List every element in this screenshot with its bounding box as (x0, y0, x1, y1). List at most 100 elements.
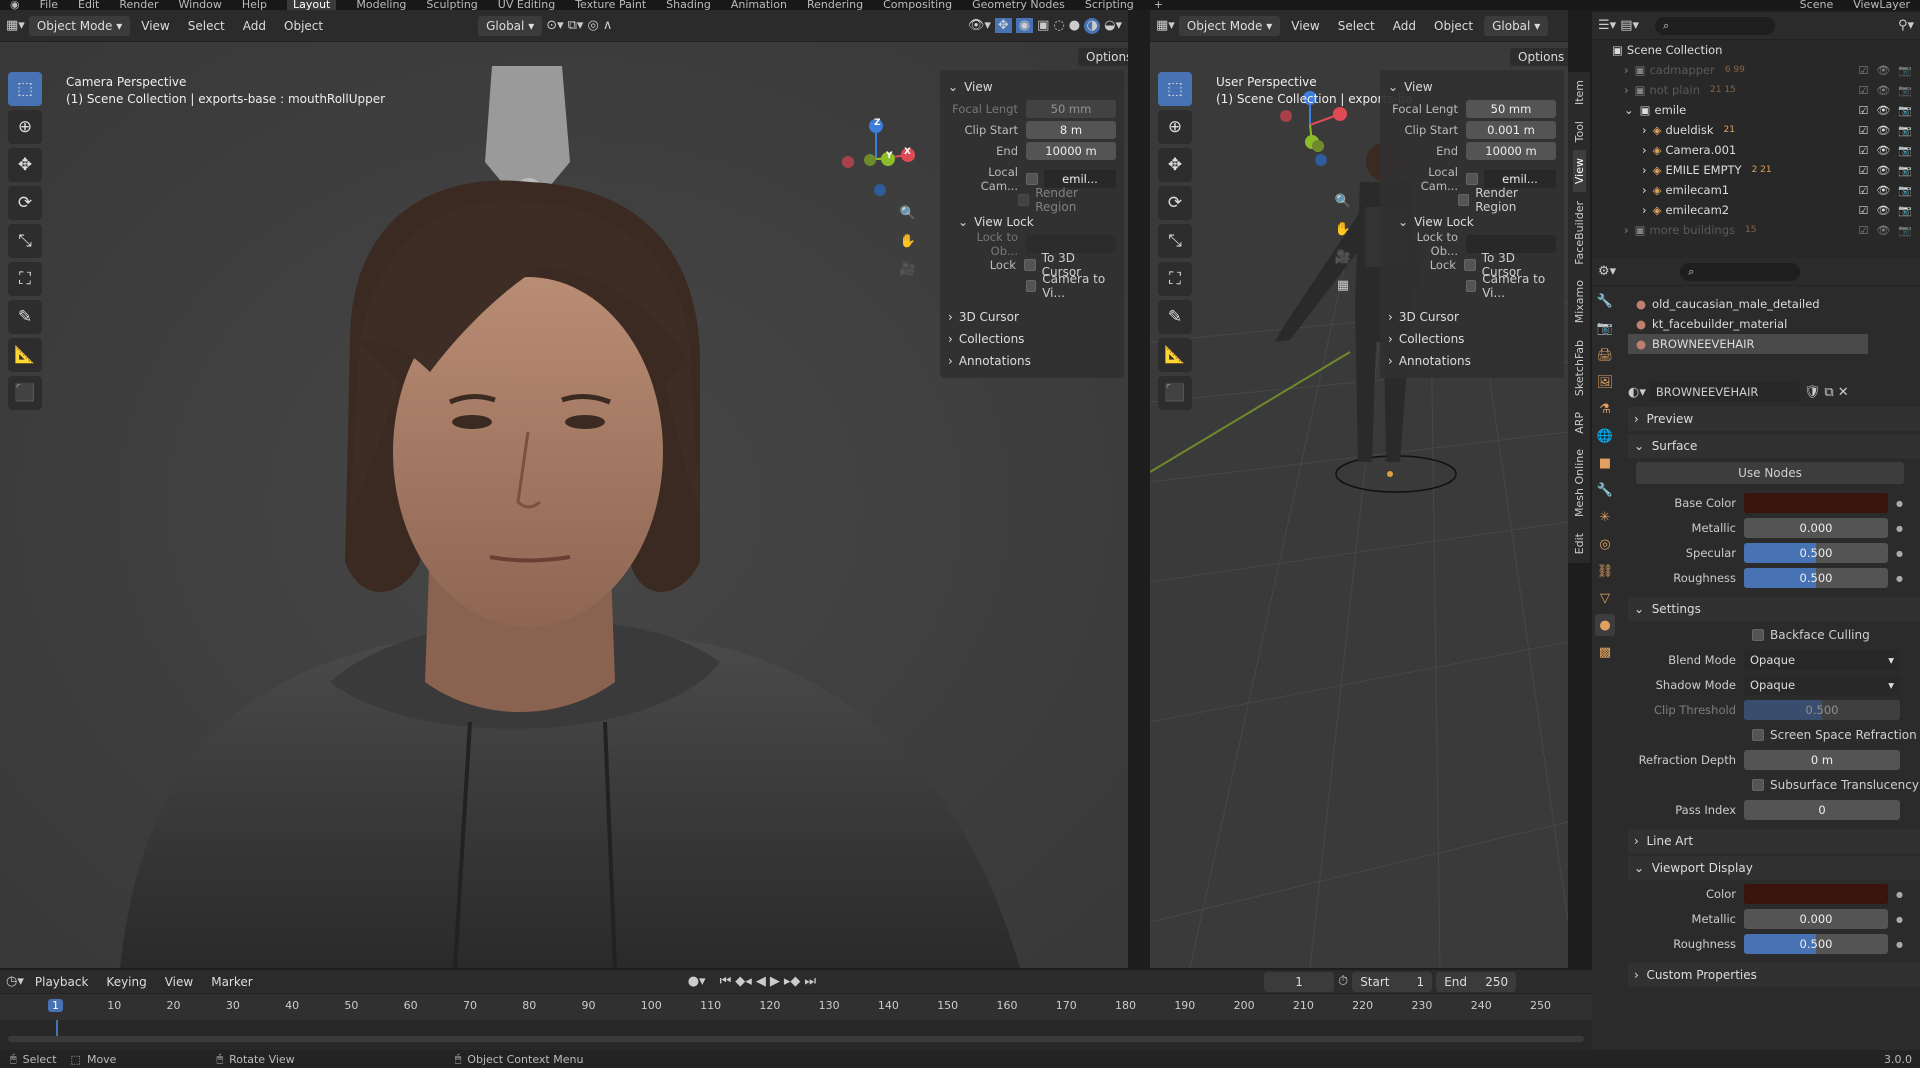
timeline-track[interactable] (0, 1020, 1592, 1050)
frame-tick-label[interactable]: 20 (167, 999, 181, 1012)
frame-tick-label[interactable]: 230 (1411, 999, 1432, 1012)
editor-type-icon[interactable]: ◷▾ (6, 974, 24, 989)
annotate-icon[interactable]: ✎ (8, 300, 42, 334)
scene-tab-icon[interactable]: ⚗ (1595, 398, 1615, 420)
keyframe-dot-icon[interactable]: ● (1896, 574, 1903, 583)
camera-render-icon[interactable]: 📷 (1898, 144, 1912, 157)
physics-tab-icon[interactable]: ◎ (1595, 533, 1615, 555)
unlink-icon[interactable]: ✕ (1838, 385, 1849, 400)
annotations-section-header[interactable]: › Annotations (1388, 350, 1556, 372)
output-tab-icon[interactable]: 🖨 (1595, 344, 1615, 366)
expand-arrow-icon[interactable]: › (1642, 203, 1647, 217)
clip-end-field[interactable]: 10000 m (1466, 142, 1556, 160)
backface-row[interactable]: Backface Culling (1628, 624, 1920, 646)
zoom-icon[interactable]: 🔍 (897, 202, 919, 224)
jump-end-icon[interactable]: ⏭ (804, 974, 816, 989)
mode-select[interactable]: Object Mode ▾ (1178, 15, 1281, 36)
vp-metallic-slider[interactable]: 0.000 (1744, 909, 1888, 929)
checkbox-icon[interactable]: ☑ (1858, 164, 1868, 177)
camera-render-icon[interactable]: 📷 (1898, 184, 1912, 197)
move-icon[interactable]: ✥ (8, 148, 42, 182)
shading-material-icon[interactable]: ◑ (1084, 17, 1101, 34)
annotations-section-header[interactable]: › Annotations (948, 350, 1116, 372)
start-frame-field[interactable]: Start 1 (1352, 971, 1433, 992)
menu-view[interactable]: View (1284, 19, 1326, 33)
outliner-row[interactable]: › ▣ cadmapper 6 99 ☑ 👁 📷 (1592, 60, 1920, 80)
refraction-depth-field[interactable]: 0 m (1744, 750, 1900, 770)
preview-section[interactable]: › Preview (1628, 407, 1920, 431)
camera-viewport[interactable]: Z X Y 🔍 ✋ 🎥 ⬚ ⊕ ✥ ⟳ ⤡ ⛶ ✎ 📐 ⬛ Camera Per… (0, 42, 1128, 968)
view-section-header[interactable]: ⌄ View (948, 76, 1116, 98)
add-workspace-icon[interactable]: + (1154, 0, 1163, 10)
camera-render-icon[interactable]: 📷 (1898, 124, 1912, 137)
frame-tick-label[interactable]: 200 (1234, 999, 1255, 1012)
annotate-icon[interactable]: ✎ (1158, 300, 1192, 334)
frame-tick-label[interactable]: 1 (48, 999, 63, 1012)
editor-type-icon[interactable]: ▦▾ (1156, 18, 1175, 33)
clip-start-field[interactable]: 0.001 m (1466, 121, 1556, 139)
vp-color-swatch[interactable] (1744, 884, 1888, 904)
menu-help[interactable]: Help (242, 0, 267, 10)
fake-user-icon[interactable]: 🛡 (1804, 385, 1821, 400)
prev-keyframe-icon[interactable]: ◆◂ (735, 974, 752, 989)
camera-view-icon[interactable]: 🎥 (1332, 246, 1354, 268)
menu-playback[interactable]: Playback (28, 975, 96, 989)
workspace-tab-uv-editing[interactable]: UV Editing (498, 0, 555, 10)
outliner-root[interactable]: ▣ Scene Collection (1592, 40, 1920, 60)
shading-rendered-icon[interactable]: ◒▾ (1104, 18, 1122, 33)
expand-arrow-icon[interactable]: › (1624, 63, 1629, 77)
frame-tick-label[interactable]: 140 (878, 999, 899, 1012)
menu-marker[interactable]: Marker (204, 975, 259, 989)
blend-mode-select[interactable]: Opaque ▾ (1744, 650, 1900, 670)
world-tab-icon[interactable]: 🌐 (1595, 425, 1615, 447)
collections-section-header[interactable]: › Collections (948, 328, 1116, 350)
menu-edit[interactable]: Edit (78, 0, 99, 10)
eye-icon[interactable]: 👁 (1876, 84, 1890, 97)
checkbox-icon[interactable]: ☑ (1858, 124, 1868, 137)
camera-render-icon[interactable]: 📷 (1898, 204, 1912, 217)
frame-tick-label[interactable]: 170 (1056, 999, 1077, 1012)
backface-checkbox[interactable] (1752, 629, 1764, 641)
checkbox-icon[interactable]: ☑ (1858, 64, 1868, 77)
view-layer-tab-icon[interactable]: 🖼 (1595, 371, 1615, 393)
expand-arrow-icon[interactable]: › (1642, 163, 1647, 177)
editor-type-icon[interactable]: ⚙▾ (1598, 264, 1616, 279)
outliner-row[interactable]: › ◈ EMILE EMPTY 2 21 ☑ 👁 📷 (1592, 160, 1920, 180)
collections-section-header[interactable]: › Collections (1388, 328, 1556, 350)
constraints-tab-icon[interactable]: ⛓ (1595, 560, 1615, 582)
camera-render-icon[interactable]: 📷 (1898, 104, 1912, 117)
workspace-tab-compositing[interactable]: Compositing (883, 0, 952, 10)
shading-wire-icon[interactable]: ◌ (1053, 18, 1064, 33)
render-region-checkbox[interactable] (1018, 194, 1030, 206)
camera-view-icon[interactable]: 🎥 (897, 258, 919, 280)
checkbox-icon[interactable]: ☑ (1858, 204, 1868, 217)
frame-tick-label[interactable]: 220 (1352, 999, 1373, 1012)
frame-tick-label[interactable]: 60 (404, 999, 418, 1012)
keyframe-dot-icon[interactable]: ● (1896, 915, 1903, 924)
focal-length-field[interactable]: 50 mm (1026, 100, 1116, 118)
frame-tick-label[interactable]: 100 (641, 999, 662, 1012)
next-keyframe-icon[interactable]: ▸◆ (784, 974, 801, 989)
frame-tick-label[interactable]: 50 (344, 999, 358, 1012)
cursor-section-header[interactable]: › 3D Cursor (1388, 306, 1556, 328)
base-color-swatch[interactable] (1744, 493, 1888, 513)
camera-render-icon[interactable]: 📷 (1898, 64, 1912, 77)
overlay-icon[interactable]: ◉ (1015, 18, 1034, 33)
menu-render[interactable]: Render (119, 0, 158, 10)
editor-type-icon[interactable]: ▦▾ (6, 18, 25, 33)
pan-hand-icon[interactable]: ✋ (897, 230, 919, 252)
options-button[interactable]: Options ▾ (1078, 48, 1128, 66)
frame-tick-label[interactable]: 240 (1471, 999, 1492, 1012)
frame-tick-label[interactable]: 130 (819, 999, 840, 1012)
menu-view[interactable]: View (158, 975, 200, 989)
eye-icon[interactable]: 👁 (1876, 64, 1890, 77)
ortho-grid-icon[interactable]: ▦ (1332, 274, 1354, 296)
material-name-field[interactable]: BROWNEEVEHAIR (1649, 382, 1800, 402)
editor-type-icon[interactable]: ☰▾ (1598, 18, 1616, 33)
cursor-icon[interactable]: ⊕ (8, 110, 42, 144)
frame-tick-label[interactable]: 90 (582, 999, 596, 1012)
menu-object[interactable]: Object (1427, 19, 1480, 33)
viewport-display-section[interactable]: ⌄ Viewport Display (1628, 856, 1920, 880)
pivot-icon[interactable]: ⊙▾ (546, 18, 563, 33)
user-viewport[interactable]: ⬚ ⊕ ✥ ⟳ ⤡ ⛶ ✎ 📐 ⬛ 🔍 ✋ 🎥 ▦ User Perspecti… (1150, 42, 1568, 968)
